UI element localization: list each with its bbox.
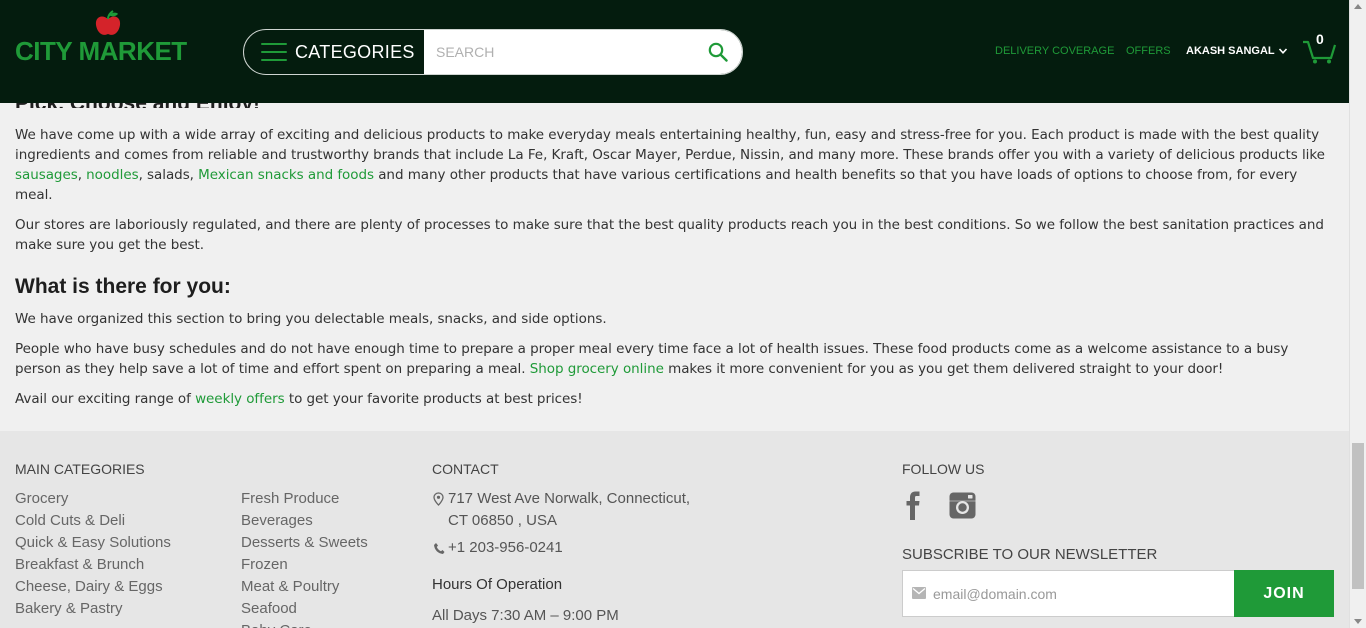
address: 717 West Ave Norwalk, Connecticut, CT 06… — [448, 490, 691, 529]
categories-button[interactable]: CATEGORIES — [244, 30, 424, 74]
link-weekly-offers[interactable]: weekly offers — [195, 391, 285, 407]
site-footer: MAIN CATEGORIES Grocery Cold Cuts & Deli… — [0, 431, 1349, 628]
quality-paragraph: Our stores are laboriously regulated, an… — [15, 217, 1324, 253]
footer-category-link[interactable]: Frozen — [241, 554, 368, 576]
footer-category-link[interactable]: Beverages — [241, 510, 368, 532]
footer-category-link[interactable]: Quick & Easy Solutions — [15, 532, 171, 554]
footer-category-link[interactable]: Bakery & Pastry — [15, 598, 171, 620]
scroll-down-arrow-icon[interactable] — [1354, 619, 1362, 624]
link-mexican-snacks[interactable]: Mexican snacks and foods — [198, 167, 374, 183]
search-bar: CATEGORIES — [243, 29, 743, 75]
cart-count-badge: 0 — [1316, 31, 1324, 47]
footer-category-link[interactable]: Desserts & Sweets — [241, 532, 368, 554]
join-button[interactable]: JOIN — [1234, 570, 1334, 617]
scroll-up-arrow-icon[interactable] — [1354, 4, 1362, 9]
footer-category-link[interactable]: Cold Cuts & Deli — [15, 510, 171, 532]
footer-category-link[interactable]: Meat & Poultry — [241, 576, 368, 598]
main-categories-title: MAIN CATEGORIES — [15, 461, 145, 477]
footer-category-link[interactable]: Seafood — [241, 598, 368, 620]
footer-category-link[interactable]: Breakfast & Brunch — [15, 554, 171, 576]
weekly-offers-paragraph: Avail our exciting range of weekly offer… — [15, 391, 583, 407]
categories-label: CATEGORIES — [295, 41, 415, 62]
link-noodles[interactable]: noodles — [86, 167, 138, 183]
apple-logo-icon — [95, 10, 121, 35]
instagram-icon[interactable] — [949, 492, 976, 519]
phone-icon — [434, 543, 445, 554]
nav-offers[interactable]: OFFERS — [1126, 45, 1171, 57]
footer-category-link[interactable]: Grocery — [15, 488, 171, 510]
chevron-down-icon — [1278, 48, 1287, 54]
footer-category-link[interactable]: Baby Care — [241, 620, 368, 628]
footer-category-link[interactable]: Fresh Produce — [241, 488, 368, 510]
mail-icon — [912, 587, 926, 599]
newsletter-title: SUBSCRIBE TO OUR NEWSLETTER — [902, 546, 1158, 563]
city-market-logo[interactable]: CITY MARKET — [15, 10, 187, 66]
phone-number[interactable]: +1 203-956-0241 — [448, 537, 563, 559]
link-sausages[interactable]: sausages — [15, 167, 78, 183]
footer-category-link[interactable]: Cheese, Dairy & Eggs — [15, 576, 171, 598]
scrollbar-thumb[interactable] — [1352, 443, 1364, 589]
search-icon[interactable] — [708, 42, 728, 62]
contact-title: CONTACT — [432, 461, 499, 477]
hours-text: All Days 7:30 AM – 9:00 PM — [432, 607, 619, 624]
categories-column-1: Grocery Cold Cuts & Deli Quick & Easy So… — [15, 488, 171, 620]
user-name: AKASH SANGAL — [1186, 45, 1275, 57]
organized-paragraph: We have organized this section to bring … — [15, 311, 607, 327]
newsletter-email-input[interactable] — [902, 570, 1235, 617]
page-scrollbar[interactable] — [1349, 0, 1366, 628]
follow-us-title: FOLLOW US — [902, 461, 985, 477]
nav-delivery-coverage[interactable]: DELIVERY COVERAGE — [995, 45, 1114, 57]
busy-schedule-paragraph: People who have busy schedules and do no… — [15, 341, 1289, 377]
intro-paragraph: We have come up with a wide array of exc… — [15, 127, 1325, 203]
site-header: CITY MARKET CATEGORIES DELIVERY COVERAGE… — [0, 0, 1349, 103]
logo-text: CITY MARKET — [15, 36, 187, 66]
section-heading-what-for-you: What is there for you: — [15, 275, 231, 298]
main-content: Pick, Choose and Enjoy! We have come up … — [15, 90, 1335, 409]
search-input[interactable] — [424, 30, 742, 74]
hamburger-icon — [261, 43, 287, 61]
user-menu[interactable]: AKASH SANGAL — [1186, 45, 1288, 57]
newsletter-form: JOIN — [902, 570, 1334, 617]
hours-title: Hours Of Operation — [432, 576, 563, 593]
categories-column-2: Fresh Produce Beverages Desserts & Sweet… — [241, 488, 368, 628]
link-shop-grocery-online[interactable]: Shop grocery online — [530, 361, 664, 377]
facebook-icon[interactable] — [904, 491, 922, 521]
location-pin-icon — [433, 492, 444, 506]
